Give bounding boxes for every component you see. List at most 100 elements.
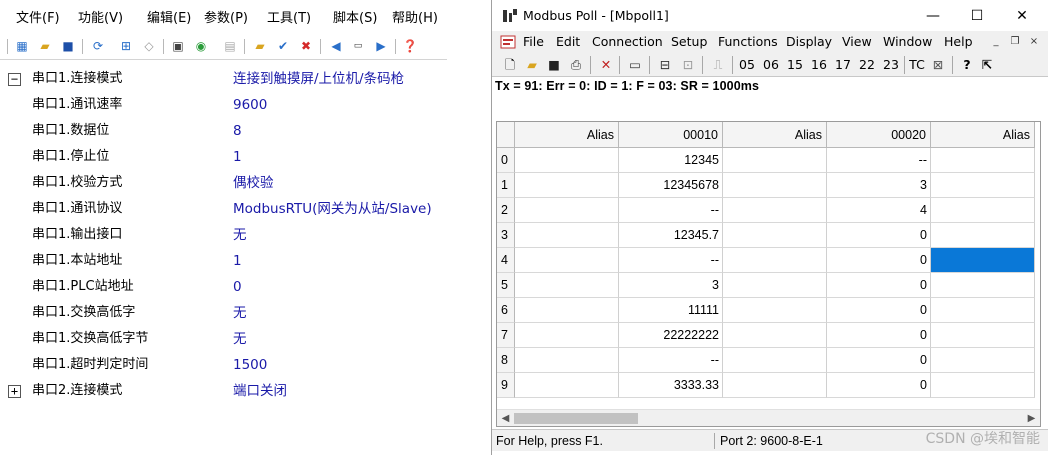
menu-function[interactable]: 功能(V) — [78, 6, 123, 32]
network-icon[interactable]: ⊞ — [118, 38, 134, 54]
alias-cell[interactable] — [515, 148, 619, 173]
mdi-close-button[interactable]: × — [1027, 35, 1041, 49]
row-header[interactable]: 1 — [497, 173, 515, 198]
alias-cell[interactable] — [515, 198, 619, 223]
menu-tools[interactable]: 工具(T) — [267, 6, 311, 32]
alias-cell[interactable] — [931, 323, 1035, 348]
row-header[interactable]: 5 — [497, 273, 515, 298]
row-header[interactable]: 6 — [497, 298, 515, 323]
register-value-cell[interactable]: 0 — [827, 223, 931, 248]
property-row[interactable]: 串口1.本站地址 1 — [0, 248, 447, 274]
close-button[interactable]: ✕ — [999, 0, 1045, 32]
property-row[interactable]: 串口1.交换高低字 无 — [0, 300, 447, 326]
fc-06-button[interactable]: 06 — [762, 56, 780, 74]
register-value-cell[interactable]: -- — [619, 348, 723, 373]
alias-cell[interactable] — [515, 323, 619, 348]
property-value[interactable]: 9600 — [233, 92, 267, 118]
alias-cell[interactable] — [723, 298, 827, 323]
menu-edit[interactable]: 编辑(E) — [147, 6, 191, 32]
fc-16-button[interactable]: 16 — [810, 56, 828, 74]
alias-cell[interactable] — [931, 248, 1035, 273]
alias-cell[interactable] — [515, 298, 619, 323]
menu-params[interactable]: 参数(P) — [204, 6, 248, 32]
menu-setup[interactable]: Setup — [671, 31, 707, 53]
menu-file[interactable]: File — [523, 31, 544, 53]
property-value[interactable]: 1500 — [233, 352, 267, 378]
row-header[interactable]: 7 — [497, 323, 515, 348]
alias-cell[interactable] — [931, 298, 1035, 323]
save-icon[interactable]: ■ — [60, 38, 76, 54]
alias-cell[interactable] — [723, 348, 827, 373]
property-value[interactable]: 无 — [233, 326, 247, 352]
register-value-cell[interactable]: -- — [619, 248, 723, 273]
globe-icon[interactable]: ◉ — [193, 38, 209, 54]
register-value-cell[interactable]: 3 — [827, 173, 931, 198]
property-row[interactable]: 串口1.校验方式 偶校验 — [0, 170, 447, 196]
fc-17-button[interactable]: 17 — [834, 56, 852, 74]
print-icon[interactable]: ⎙ — [568, 56, 584, 74]
alias-cell[interactable] — [515, 223, 619, 248]
alias-cell[interactable] — [931, 373, 1035, 398]
scroll-right-icon[interactable]: ▶ — [1023, 410, 1040, 426]
maximize-button[interactable]: ☐ — [954, 0, 1000, 32]
alias-cell[interactable] — [931, 273, 1035, 298]
alias-cell[interactable] — [931, 223, 1035, 248]
column-header[interactable]: 00020 — [827, 122, 931, 148]
property-row[interactable]: 串口1.交换高低字节 无 — [0, 326, 447, 352]
property-row[interactable]: 串口1.数据位 8 — [0, 118, 447, 144]
property-value[interactable]: 8 — [233, 118, 242, 144]
alias-cell[interactable] — [515, 173, 619, 198]
register-value-cell[interactable]: 11111 — [619, 298, 723, 323]
window-icon[interactable]: ▭ — [627, 56, 643, 74]
alias-cell[interactable] — [931, 348, 1035, 373]
fc-05-button[interactable]: 05 — [738, 56, 756, 74]
alias-cell[interactable] — [723, 248, 827, 273]
open-folder-icon[interactable]: ▰ — [37, 38, 53, 54]
register-value-cell[interactable]: 4 — [827, 198, 931, 223]
grid-icon[interactable]: ▤ — [222, 38, 238, 54]
menu-window[interactable]: Window — [883, 31, 932, 53]
comm-traffic-icon[interactable]: ⊠ — [930, 56, 946, 74]
help-icon[interactable]: ❓ — [402, 38, 418, 54]
scroll-left-icon[interactable]: ◀ — [497, 410, 514, 426]
property-row[interactable]: − 串口1.连接模式 连接到触摸屏/上位机/条码枪 — [0, 66, 447, 92]
refresh-icon[interactable]: ⟳ — [90, 38, 106, 54]
property-row[interactable]: 串口1.PLC站地址 0 — [0, 274, 447, 300]
property-value[interactable]: 1 — [233, 248, 242, 274]
row-header[interactable]: 3 — [497, 223, 515, 248]
column-header[interactable]: 00010 — [619, 122, 723, 148]
alias-cell[interactable] — [723, 148, 827, 173]
column-header[interactable]: Alias — [723, 122, 827, 148]
menu-help[interactable]: Help — [944, 31, 973, 53]
register-value-cell[interactable]: 0 — [827, 323, 931, 348]
property-value[interactable]: 1 — [233, 144, 242, 170]
context-help-icon[interactable]: ⇱ — [979, 56, 995, 74]
register-value-cell[interactable]: 0 — [827, 273, 931, 298]
alias-cell[interactable] — [723, 223, 827, 248]
scroll-thumb[interactable] — [514, 413, 638, 424]
menu-display[interactable]: Display — [786, 31, 832, 53]
alias-cell[interactable] — [931, 148, 1035, 173]
property-value[interactable]: 偶校验 — [233, 170, 274, 196]
menu-functions[interactable]: Functions — [718, 31, 778, 53]
register-value-cell[interactable]: -- — [619, 198, 723, 223]
property-value[interactable]: 无 — [233, 222, 247, 248]
open-folder-icon[interactable]: ▰ — [524, 56, 540, 74]
property-value[interactable]: 端口关闭 — [233, 378, 287, 404]
register-value-cell[interactable]: 22222222 — [619, 323, 723, 348]
property-row[interactable]: 串口1.通讯速率 9600 — [0, 92, 447, 118]
pulse-icon[interactable]: ⎍ — [710, 56, 726, 74]
document-icon[interactable] — [500, 34, 516, 50]
delete-icon[interactable]: ✖ — [298, 38, 314, 54]
menu-view[interactable]: View — [842, 31, 872, 53]
monitor-icon[interactable]: ▣ — [170, 38, 186, 54]
horizontal-scrollbar[interactable]: ◀ ▶ — [497, 409, 1040, 426]
alias-cell[interactable] — [515, 348, 619, 373]
register-value-cell[interactable]: 3333.33 — [619, 373, 723, 398]
row-header[interactable]: 8 — [497, 348, 515, 373]
menu-edit[interactable]: Edit — [556, 31, 580, 53]
folder-tree-icon[interactable]: ▰ — [252, 38, 268, 54]
disconnect-icon[interactable]: ✕ — [598, 56, 614, 74]
property-row[interactable]: + 串口2.连接模式 端口关闭 — [0, 378, 447, 404]
column-header[interactable]: Alias — [515, 122, 619, 148]
